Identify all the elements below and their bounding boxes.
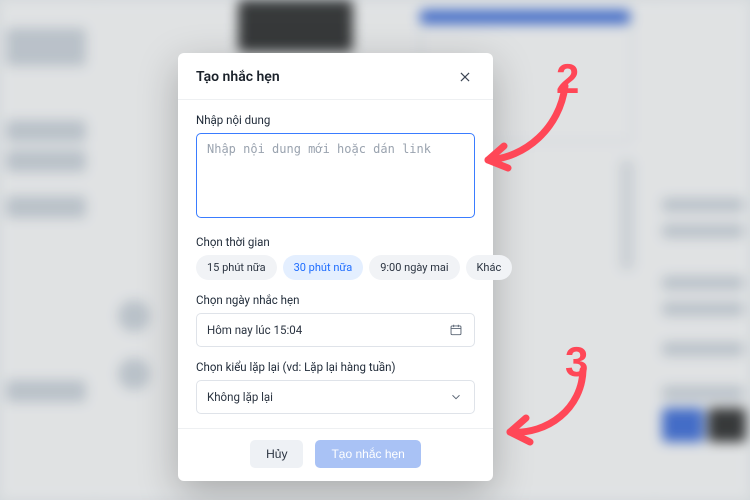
time-chip-other[interactable]: Khác: [466, 255, 513, 280]
chevron-down-icon: [448, 389, 464, 405]
repeat-label: Chọn kiểu lặp lại (vd: Lặp lại hàng tuần…: [196, 360, 475, 374]
time-section: Chọn thời gian 15 phút nữa 30 phút nữa 9…: [196, 235, 475, 280]
time-chip-30m[interactable]: 30 phút nữa: [283, 255, 364, 280]
content-label: Nhập nội dung: [196, 113, 475, 127]
repeat-section: Chọn kiểu lặp lại (vd: Lặp lại hàng tuần…: [196, 360, 475, 414]
close-icon: [458, 70, 472, 84]
create-reminder-button[interactable]: Tạo nhắc hẹn: [315, 440, 420, 468]
date-picker-field[interactable]: Hôm nay lúc 15:04: [196, 313, 475, 347]
modal-title: Tạo nhắc hẹn: [196, 69, 280, 85]
time-chip-15m[interactable]: 15 phút nữa: [196, 255, 277, 280]
repeat-select[interactable]: Không lặp lại: [196, 380, 475, 414]
time-chip-row: 15 phút nữa 30 phút nữa 9:00 ngày mai Kh…: [196, 255, 475, 280]
annotation-number-3: 3: [565, 338, 588, 386]
annotation-number-2: 2: [556, 55, 579, 103]
time-label: Chọn thời gian: [196, 235, 475, 249]
modal-footer: Hủy Tạo nhắc hẹn: [178, 428, 493, 481]
calendar-icon: [448, 322, 464, 338]
date-label: Chọn ngày nhắc hẹn: [196, 293, 475, 307]
date-section: Chọn ngày nhắc hẹn Hôm nay lúc 15:04: [196, 293, 475, 347]
date-value: Hôm nay lúc 15:04: [207, 323, 302, 337]
create-reminder-modal: Tạo nhắc hẹn Nhập nội dung Chọn thời gia…: [178, 53, 493, 481]
modal-header: Tạo nhắc hẹn: [178, 53, 493, 100]
time-chip-9am[interactable]: 9:00 ngày mai: [369, 255, 459, 280]
close-button[interactable]: [455, 67, 475, 87]
reminder-content-input[interactable]: [196, 133, 475, 218]
modal-body: Nhập nội dung Chọn thời gian 15 phút nữa…: [178, 100, 493, 428]
cancel-button[interactable]: Hủy: [250, 440, 303, 468]
repeat-value: Không lặp lại: [207, 390, 273, 404]
